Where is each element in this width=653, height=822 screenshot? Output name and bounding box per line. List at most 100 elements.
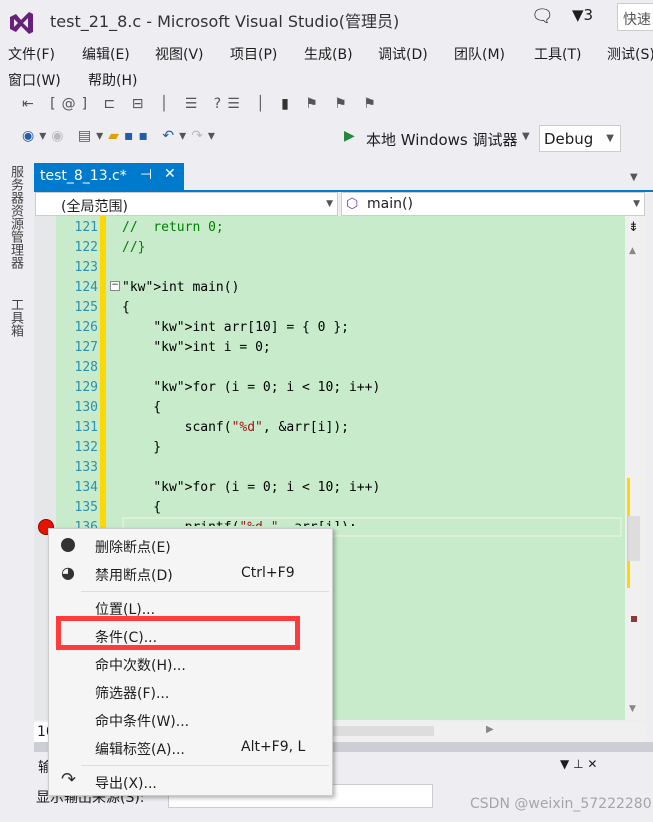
- side-tab-toolbox[interactable]: 工具箱: [6, 298, 25, 337]
- chevron-down-icon[interactable]: ▼: [560, 757, 569, 771]
- line-number: 131: [74, 420, 98, 435]
- scope-select[interactable]: (全局范围) ▼: [35, 192, 338, 216]
- menu-item[interactable]: 帮助(H): [88, 70, 137, 90]
- menu-item[interactable]: 团队(M): [454, 44, 505, 64]
- start-debug-icon[interactable]: ▶: [344, 128, 355, 144]
- menu-item-label: 筛选器(F)...: [95, 686, 170, 702]
- menu-item[interactable]: 视图(V): [155, 44, 204, 64]
- menu-item[interactable]: 调试(D): [378, 44, 428, 64]
- line-number: 128: [74, 360, 98, 375]
- window-title: test_21_8.c - Microsoft Visual Studio(管理…: [50, 12, 400, 31]
- code-line: //}: [122, 240, 146, 255]
- scroll-right-icon[interactable]: ▶: [486, 724, 494, 735]
- forward-icon[interactable]: ◉: [51, 128, 68, 144]
- context-menu-item[interactable]: 命中次数(H)...: [49, 651, 332, 677]
- context-menu-item[interactable]: 命中条件(W)...: [49, 707, 332, 733]
- save-icon[interactable]: ▪: [124, 128, 139, 144]
- toolbar-icons-text-editor[interactable]: ⇤ [@] ⊏ ⊟ │ ☰ ?☰ │ ▮ ⚑ ⚑ ⚑: [22, 96, 382, 112]
- vertical-scrollbar[interactable]: ⇟ ▲ ▼: [625, 216, 645, 720]
- quick-launch-input[interactable]: 快速: [617, 3, 653, 31]
- back-icon[interactable]: ◉: [22, 128, 39, 144]
- feedback-icon[interactable]: 🗨: [531, 6, 554, 27]
- line-number: 133: [74, 460, 98, 475]
- scroll-down-icon[interactable]: ▼: [629, 704, 636, 714]
- pin-icon[interactable]: ⊥: [573, 757, 583, 771]
- menu-item[interactable]: 测试(S): [607, 44, 653, 64]
- code-line: "kw">int arr[10] = { 0 };: [153, 320, 349, 335]
- line-number: 121: [74, 220, 98, 235]
- breakpoint-icon: [61, 538, 75, 552]
- menu-item-shortcut: Ctrl+F9: [241, 565, 295, 581]
- menu-item-shortcut: Alt+F9, L: [241, 739, 306, 755]
- collapse-icon[interactable]: −: [110, 281, 120, 291]
- menu-item-label: 禁用断点(D): [95, 568, 173, 584]
- open-icon[interactable]: ▰: [108, 128, 124, 144]
- save-all-icon[interactable]: ▪: [138, 128, 153, 144]
- code-line: "kw">int i = 0;: [153, 340, 271, 355]
- new-project-icon[interactable]: ▤: [78, 128, 96, 144]
- menu-item[interactable]: 生成(B): [304, 44, 353, 64]
- chevron-down-icon: ▼: [633, 199, 640, 209]
- split-icon[interactable]: ⇟: [628, 220, 639, 235]
- line-number: 135: [74, 500, 98, 515]
- menu-item[interactable]: 编辑(E): [82, 44, 130, 64]
- scroll-up-icon[interactable]: ▲: [629, 246, 636, 256]
- menu-item[interactable]: 工具(T): [534, 44, 581, 64]
- toolbar-row2: ◉▾◉ ▤▾▰▪▪ ↶▾↷▾: [22, 128, 220, 144]
- export-icon: ↷: [61, 769, 77, 790]
- context-menu-item[interactable]: 删除断点(E): [49, 533, 332, 559]
- highlight-box: [56, 616, 300, 650]
- solution-config-select[interactable]: Debug ▼: [539, 125, 621, 152]
- breakpoint-marker: [631, 616, 637, 622]
- code-line: scanf("%d", &arr[i]);: [122, 420, 349, 435]
- code-line: {: [122, 300, 130, 315]
- menu-separator: [81, 591, 329, 592]
- tab-test-8-13[interactable]: test_8_13.c* ⊣ ✕: [34, 163, 184, 190]
- menu-item-label: 删除断点(E): [95, 540, 171, 556]
- code-line: "kw">for (i = 0; i < 10; i++): [153, 380, 381, 395]
- menu-item[interactable]: 项目(P): [230, 44, 277, 64]
- output-panel-controls: ▼ ⊥ ✕: [560, 757, 597, 771]
- line-number: 130: [74, 400, 98, 415]
- menu-item-label: 编辑标签(A)...: [95, 742, 185, 758]
- code-line: }: [122, 440, 162, 455]
- pin-icon[interactable]: ⊣: [140, 167, 152, 183]
- bookmark-icon: ▮: [281, 96, 295, 112]
- context-menu-item[interactable]: ◕ 禁用断点(D) Ctrl+F9: [49, 561, 332, 587]
- line-number: 132: [74, 440, 98, 455]
- menu-item[interactable]: 文件(F): [8, 44, 55, 64]
- menu-separator: [81, 765, 329, 766]
- disable-breakpoint-icon: ◕: [61, 563, 75, 582]
- close-icon[interactable]: ✕: [164, 166, 176, 182]
- start-debugger-button[interactable]: 本地 Windows 调试器: [366, 129, 518, 150]
- menu-item-label: 命中条件(W)...: [95, 714, 190, 730]
- breakpoint-context-menu: 删除断点(E) ◕ 禁用断点(D) Ctrl+F9 位置(L)... 条件(C)... 命中…: [48, 528, 333, 796]
- scroll-thumb[interactable]: [628, 516, 640, 561]
- context-menu-item[interactable]: 筛选器(F)...: [49, 679, 332, 705]
- line-number: 129: [74, 380, 98, 395]
- code-line: {: [122, 500, 162, 515]
- line-number: 134: [74, 480, 98, 495]
- menu-item[interactable]: 窗口(W): [8, 70, 61, 90]
- redo-icon[interactable]: ↷: [191, 128, 208, 144]
- chevron-down-icon[interactable]: ▼: [522, 131, 530, 142]
- context-menu-item[interactable]: ↷ 导出(X)...: [49, 769, 332, 795]
- side-tab-server-explorer[interactable]: 服务器资源管理器: [6, 165, 25, 269]
- line-number: 126: [74, 320, 98, 335]
- menu-item-label: 导出(X)...: [95, 776, 157, 792]
- undo-icon[interactable]: ↶: [162, 128, 179, 144]
- code-line: "kw">int main(): [122, 280, 240, 295]
- code-line: "kw">for (i = 0; i < 10; i++): [153, 480, 381, 495]
- visual-studio-logo: [10, 12, 33, 34]
- member-select[interactable]: ⬡ main() ▼: [341, 192, 645, 216]
- line-number: 127: [74, 340, 98, 355]
- line-number: 125: [74, 300, 98, 315]
- tab-overflow-icon[interactable]: ▼: [630, 172, 638, 183]
- code-line: // return 0;: [122, 220, 224, 235]
- chevron-down-icon: ▼: [606, 133, 614, 144]
- close-icon[interactable]: ✕: [587, 757, 597, 771]
- code-line: {: [122, 400, 162, 415]
- context-menu-item[interactable]: 编辑标签(A)... Alt+F9, L: [49, 735, 332, 761]
- line-number: 124: [74, 280, 98, 295]
- notifications[interactable]: ▼3: [572, 6, 593, 24]
